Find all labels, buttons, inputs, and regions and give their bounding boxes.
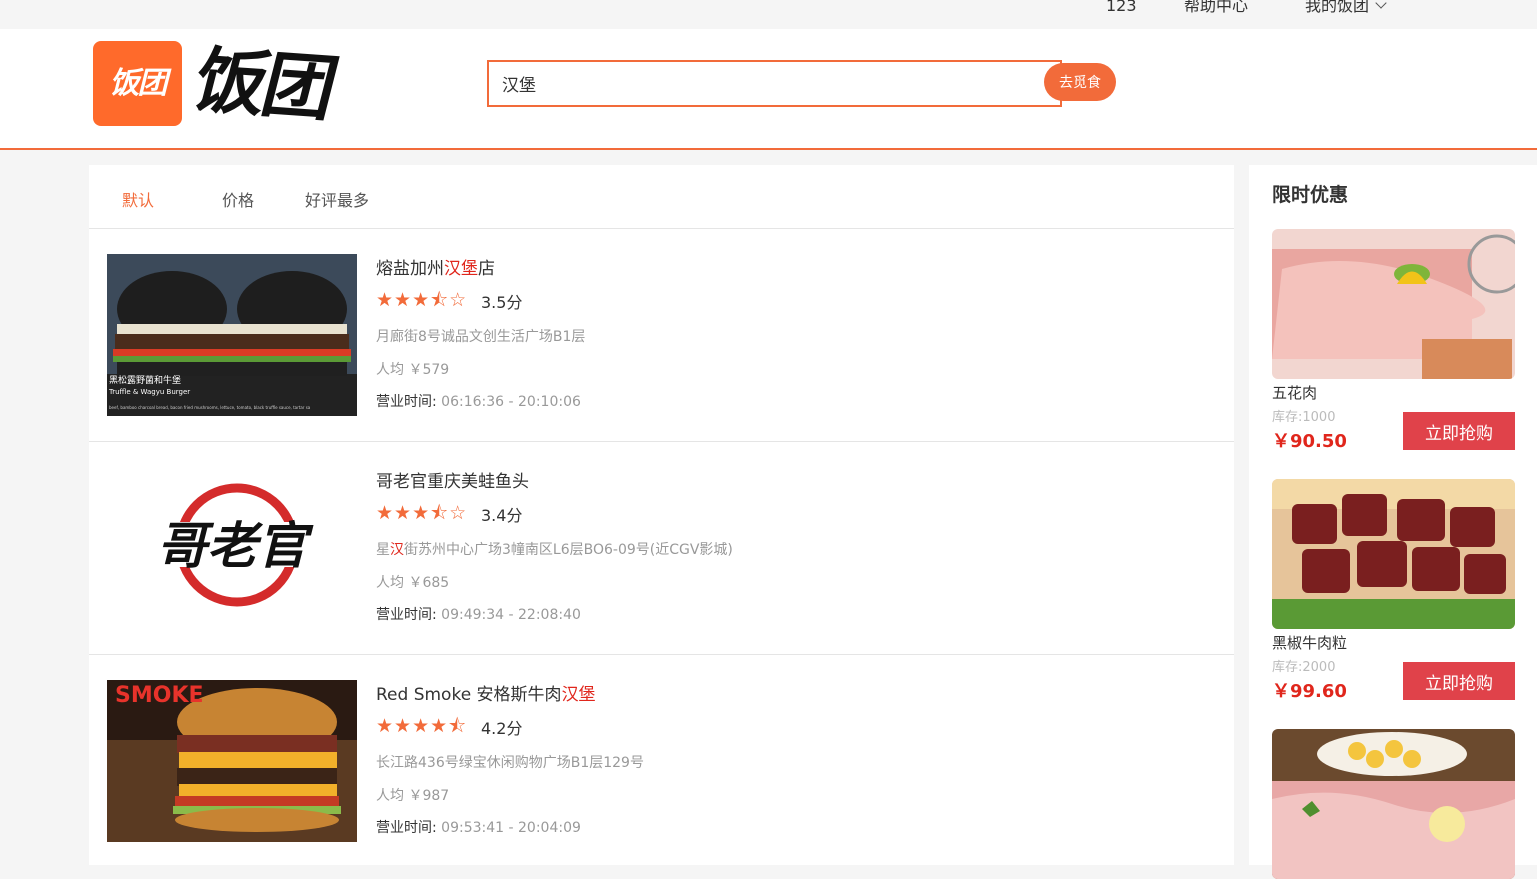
my-fantuan-menu[interactable]: 我的饭团 — [1305, 0, 1387, 16]
hours-label: 营业时间: — [376, 394, 437, 410]
average-price: 人均 ￥685 — [376, 575, 450, 591]
business-hours: 营业时间: 09:53:41 - 20:04:09 — [376, 817, 581, 837]
shop-list-panel: 默认 价格 好评最多 黑松露野菌和牛堡 Truffle & Wagyu Burg… — [89, 165, 1234, 865]
deal-image[interactable] — [1272, 229, 1515, 379]
shop-name[interactable]: 哥老官重庆美蛙鱼头 — [376, 467, 529, 492]
average-price: 人均 ￥579 — [376, 362, 450, 378]
deal-item — [1272, 729, 1515, 879]
shop-name-text: 哥老官重庆美蛙鱼头 — [376, 472, 529, 492]
deal-item: 黑椒牛肉粒 库存:2000 ￥99.60 立即抢购 — [1272, 479, 1515, 703]
deal-image[interactable] — [1272, 479, 1515, 629]
shop-image[interactable]: 黑松露野菌和牛堡 Truffle & Wagyu Burger beef, ba… — [107, 254, 357, 416]
rating-score: 4.2分 — [481, 719, 523, 738]
rating-stars-icon: ★★★⯪☆ — [376, 502, 468, 524]
rating-stars-icon: ★★★★⯪ — [376, 715, 468, 737]
header: 饭团 饭团 去觅食 — [0, 29, 1537, 150]
rating-stars-icon: ★★★⯪☆ — [376, 289, 468, 311]
deal-name: 五花肉 — [1272, 384, 1318, 402]
image-caption: 黑松露野菌和牛堡 — [109, 374, 181, 386]
help-center-link[interactable]: 帮助中心 — [1184, 0, 1248, 16]
average-price: 人均 ￥987 — [376, 788, 450, 804]
business-hours: 营业时间: 09:49:34 - 22:08:40 — [376, 604, 581, 624]
image-caption-en: Truffle & Wagyu Burger — [108, 388, 190, 396]
shop-name[interactable]: 熔盐加州汉堡店 — [376, 254, 495, 279]
tab-default[interactable]: 默认 — [122, 187, 154, 211]
address-text: 月廊街8号诚品文创生活广场B1层 — [376, 329, 586, 345]
deal-image[interactable] — [1272, 729, 1515, 879]
search-input[interactable] — [487, 60, 1062, 107]
hours-label: 营业时间: — [376, 607, 437, 623]
tab-best-rated[interactable]: 好评最多 — [305, 187, 369, 211]
top-bar: 123 帮助中心 我的饭团 — [0, 0, 1537, 29]
shop-name-highlight: 汉堡 — [561, 685, 596, 705]
buy-now-button[interactable]: 立即抢购 — [1403, 662, 1515, 700]
logo-text[interactable]: 饭团 — [190, 32, 326, 137]
shop-address: 月廊街8号诚品文创生活广场B1层 — [376, 326, 585, 346]
hours-value: 09:53:41 - 20:04:09 — [441, 820, 581, 836]
shop-image[interactable]: 哥老官 — [107, 467, 357, 629]
offers-title: 限时优惠 — [1272, 184, 1349, 206]
search-button[interactable]: 去觅食 — [1044, 63, 1116, 101]
buy-now-button[interactable]: 立即抢购 — [1403, 412, 1515, 450]
shop-name-text-end: 店 — [478, 259, 495, 279]
shop-item[interactable]: 黑松露野菌和牛堡 Truffle & Wagyu Burger beef, ba… — [89, 229, 1234, 442]
shop-address: 长江路436号绿宝休闲购物广场B1层129号 — [376, 752, 644, 772]
hours-value: 06:16:36 - 20:10:06 — [441, 394, 581, 410]
limited-offers-panel: 限时优惠 五花肉 库存:1000 ￥90.50 立即抢购 黑椒牛肉粒 库存:20… — [1249, 165, 1537, 879]
deal-item: 五花肉 库存:1000 ￥90.50 立即抢购 — [1272, 229, 1515, 453]
logo-badge[interactable]: 饭团 — [93, 41, 182, 126]
shop-name[interactable]: Red Smoke 安格斯牛肉汉堡 — [376, 680, 596, 705]
brand-logo-text: 哥老官 — [157, 516, 314, 575]
user-link[interactable]: 123 — [1106, 0, 1137, 16]
hours-value: 09:49:34 - 22:08:40 — [441, 607, 581, 623]
my-fantuan-label: 我的饭团 — [1305, 0, 1370, 15]
hours-label: 营业时间: — [376, 820, 437, 836]
address-text-end: 街苏州中心广场3幢南区L6层BO6-09号(近CGV影城) — [404, 542, 733, 558]
address-text: 长江路436号绿宝休闲购物广场B1层129号 — [376, 755, 644, 771]
address-text: 星 — [376, 542, 390, 558]
sort-tabs: 默认 价格 好评最多 — [89, 165, 1234, 229]
business-hours: 营业时间: 06:16:36 - 20:10:06 — [376, 391, 581, 411]
address-highlight: 汉 — [390, 542, 404, 558]
rating-score: 3.5分 — [481, 293, 523, 312]
shop-address: 星汉街苏州中心广场3幢南区L6层BO6-09号(近CGV影城) — [376, 539, 733, 559]
deal-name: 黑椒牛肉粒 — [1272, 634, 1348, 652]
chevron-down-icon — [1375, 0, 1387, 9]
shop-item[interactable]: 哥老官 哥老官重庆美蛙鱼头 ★★★⯪☆ 3.4分 星汉街苏州中心广场3幢南区L6… — [89, 442, 1234, 655]
shop-item[interactable]: SMOKE Red Smoke 安格斯牛肉汉堡 ★★★★⯪ 4.2分 长江路43… — [89, 655, 1234, 867]
image-caption: SMOKE — [115, 683, 204, 708]
image-caption-ingredients: beef, bamboo charcoal bread, bacon fried… — [109, 405, 311, 410]
rating-score: 3.4分 — [481, 506, 523, 525]
shop-name-text: 熔盐加州 — [376, 259, 444, 279]
shop-image[interactable]: SMOKE — [107, 680, 357, 842]
shop-name-text: Red Smoke 安格斯牛肉 — [376, 685, 562, 705]
shop-name-highlight: 汉堡 — [444, 259, 478, 279]
tab-price[interactable]: 价格 — [222, 187, 254, 211]
